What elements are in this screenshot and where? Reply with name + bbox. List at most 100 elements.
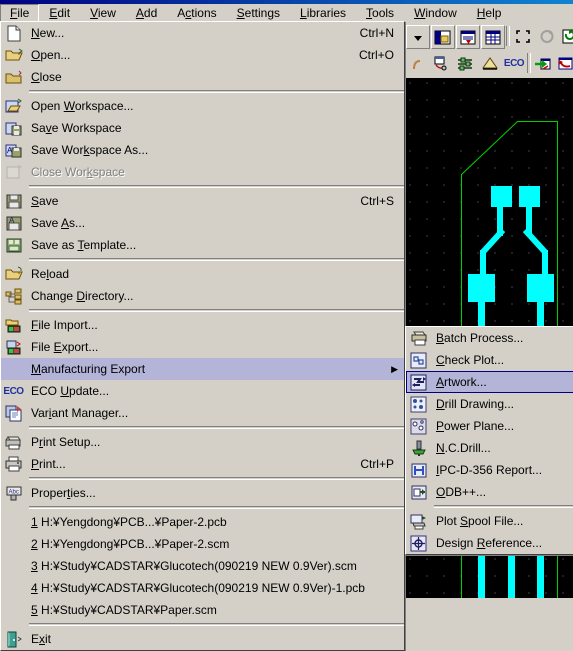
menu-item-check-plot[interactable]: Check Plot...	[406, 349, 573, 371]
layer-tool-button[interactable]	[479, 52, 501, 74]
menu-item-label: Print Setup...	[31, 435, 101, 449]
menu-item-icon	[1, 22, 26, 44]
grid-table-button[interactable]	[481, 25, 505, 49]
menu-item-save-workspace-as[interactable]: A Save Workspace As...	[1, 139, 404, 161]
save-template-icon	[6, 238, 21, 252]
menu-item-label: Open...	[31, 48, 71, 62]
back-xref-button[interactable]	[555, 52, 573, 74]
menu-item-new[interactable]: New... Ctrl+N	[1, 22, 404, 44]
menu-item-open[interactable]: Open... Ctrl+O	[1, 44, 404, 66]
refresh-doc-button[interactable]	[558, 25, 573, 47]
menu-item-5-h-study-cadstar-paper-scm[interactable]: 5 H:¥Study¥CADSTAR¥Paper.scm	[1, 599, 404, 621]
menu-bar: File Edit View Add Actions Settings Libraries T…	[0, 0, 573, 23]
menu-item-variant-manager[interactable]: Variant Manager...	[1, 402, 404, 424]
menu-item-drill-drawing[interactable]: Drill Drawing...	[406, 393, 573, 415]
ipc-report-icon	[411, 463, 426, 477]
menu-item-icon	[406, 349, 431, 371]
menu-item-icon	[406, 481, 431, 503]
menu-item-open-workspace[interactable]: Open Workspace...	[1, 95, 404, 117]
nc-drill-icon	[411, 440, 426, 456]
drill-drawing-icon	[410, 396, 426, 412]
report-icon	[460, 30, 476, 44]
zoom-fit-button[interactable]	[512, 25, 534, 47]
menu-item-icon	[1, 402, 26, 424]
menu-item-plot-spool-file[interactable]: Plot Spool File...	[406, 510, 573, 532]
manufacturing-export-submenu[interactable]: Batch Process... Check Plot... Artwork... D…	[405, 326, 573, 555]
menu-item-save[interactable]: Save Ctrl+S	[1, 190, 404, 212]
menu-item-print-setup[interactable]: Print Setup...	[1, 431, 404, 453]
pad-bottom-left	[468, 274, 495, 302]
menu-item-label: Save As...	[31, 216, 86, 230]
toolbar-row-2: ECO	[404, 50, 573, 77]
print-setup-icon	[5, 436, 21, 449]
menu-item-label: 2 H:¥Yengdong¥PCB...¥Paper-2.scm	[31, 537, 230, 551]
menu-item-label: Drill Drawing...	[436, 397, 515, 411]
menu-item-save-as-template[interactable]: Save as Template...	[1, 234, 404, 256]
change-directory-icon	[5, 288, 21, 304]
menu-item-artwork[interactable]: Artwork...	[406, 371, 573, 393]
menu-item-label: Manufacturing Export	[31, 362, 146, 376]
open-design-button[interactable]	[431, 25, 455, 49]
menu-item-exit[interactable]: Exit	[1, 628, 404, 650]
menu-separator	[434, 505, 573, 508]
menu-item-change-directory[interactable]: Change Directory...	[1, 285, 404, 307]
menu-item-label: Exit	[31, 632, 52, 646]
menu-item-print[interactable]: Print... Ctrl+P	[1, 453, 404, 475]
menu-item-label: Reload	[31, 267, 70, 281]
menu-item-close-workspace[interactable]: Close Workspace	[1, 161, 404, 183]
route-editor-button[interactable]	[454, 52, 476, 74]
properties-abc-icon: Abc	[6, 486, 21, 500]
eco-update-button[interactable]: ECO	[503, 52, 525, 74]
check-plot-icon	[410, 352, 426, 368]
menu-item-1-h-yengdong-pcb-paper-2-pcb[interactable]: 1 H:¥Yengdong¥PCB...¥Paper-2.pcb	[1, 511, 404, 533]
menu-item-icon	[1, 336, 26, 358]
menu-item-file-import[interactable]: File Import...	[1, 314, 404, 336]
menu-item-label: Variant Manager...	[31, 406, 129, 420]
file-export-icon	[6, 340, 21, 354]
menu-item-4-h-study-cadstar-glucotech-090219-new-0-9ver-1-pcb[interactable]: 4 H:¥Study¥CADSTAR¥Glucotech(090219 NEW …	[1, 577, 404, 599]
menu-item-2-h-yengdong-pcb-paper-2-scm[interactable]: 2 H:¥Yengdong¥PCB...¥Paper-2.scm	[1, 533, 404, 555]
menu-item-label: Batch Process...	[436, 331, 524, 345]
dropdown-arrow-button[interactable]	[406, 25, 430, 49]
power-plane-icon	[410, 418, 426, 434]
menu-item-batch-process[interactable]: Batch Process...	[406, 327, 573, 349]
report-button[interactable]	[456, 25, 480, 49]
menu-item-3-h-study-cadstar-glucotech-090219-new-0-9ver-scm[interactable]: 3 H:¥Study¥CADSTAR¥Glucotech(090219 NEW …	[1, 555, 404, 577]
menu-item-ipc-d-356-report[interactable]: IPC-D-356 Report...	[406, 459, 573, 481]
zoom-fit-icon	[516, 29, 530, 43]
menu-item-eco-update[interactable]: ECO ECO Update...	[1, 380, 404, 402]
menu-item-label: Check Plot...	[436, 353, 505, 367]
route-editor-icon	[458, 57, 472, 70]
menu-item-power-plane[interactable]: Power Plane...	[406, 415, 573, 437]
menu-item-design-reference[interactable]: Design Reference...	[406, 532, 573, 554]
menu-item-properties[interactable]: Abc Properties...	[1, 482, 404, 504]
trace-right-lower	[542, 250, 548, 274]
menu-item-odb[interactable]: ODB++...	[406, 481, 573, 503]
menu-item-icon	[1, 66, 26, 88]
menu-item-label: Open Workspace...	[31, 99, 134, 113]
menubar-item-help[interactable]: Help	[467, 4, 512, 23]
menu-item-n-c-drill[interactable]: N.C.Drill...	[406, 437, 573, 459]
menu-item-icon	[1, 117, 26, 139]
menu-item-save-workspace[interactable]: Save Workspace	[1, 117, 404, 139]
menu-item-file-export[interactable]: File Export...	[1, 336, 404, 358]
menu-item-icon: ECO	[1, 380, 26, 402]
menu-item-icon	[1, 234, 26, 256]
menu-item-save-as[interactable]: A Save As...	[1, 212, 404, 234]
menu-item-label: 1 H:¥Yengdong¥PCB...¥Paper-2.pcb	[31, 515, 227, 529]
back-crossprobe-icon	[558, 57, 573, 69]
menu-separator	[29, 426, 404, 429]
place-component-button[interactable]	[429, 52, 451, 74]
menu-item-close[interactable]: Close	[1, 66, 404, 88]
menu-item-label: Properties...	[31, 486, 96, 500]
menu-item-manufacturing-export[interactable]: Manufacturing Export ▶	[1, 358, 404, 380]
menubar-item-window[interactable]: Window	[404, 4, 467, 23]
forward-xref-button[interactable]	[532, 52, 554, 74]
redraw-button[interactable]	[536, 25, 558, 47]
chevron-down-icon	[414, 35, 422, 41]
toolbar-row2-left-edge	[404, 52, 426, 74]
menu-item-reload[interactable]: Reload	[1, 263, 404, 285]
menu-item-icon	[1, 44, 26, 66]
menu-item-label: IPC-D-356 Report...	[436, 463, 543, 477]
file-menu-dropdown[interactable]: New... Ctrl+N Open... Ctrl+O Close Open Works…	[0, 21, 405, 651]
